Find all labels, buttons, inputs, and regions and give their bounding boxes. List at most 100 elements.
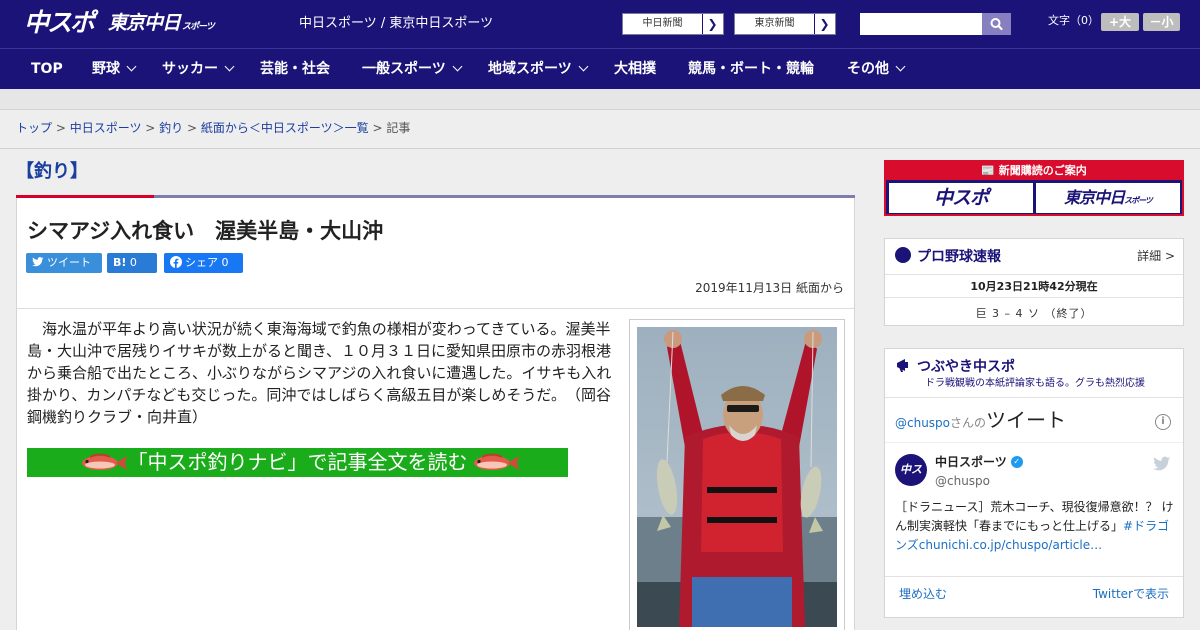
nav-item-entertainment[interactable]: 芸能・社会: [260, 49, 330, 89]
timeline-header: @chuspoさんのツイート: [895, 406, 1066, 437]
timeline-header-title: ツイート: [986, 408, 1067, 432]
nav-item-soccer[interactable]: サッカー: [162, 49, 235, 89]
nav-label: サッカー: [162, 61, 218, 77]
nav-item-sumo[interactable]: 大相撲: [614, 49, 656, 89]
breadcrumb-separator: >: [52, 121, 70, 135]
sea-bream-icon: [81, 453, 127, 470]
twitter-timeline: @chuspoさんのツイート i 中ス 中日スポーツ ✓ @chuspo ［ドラニ…: [885, 397, 1183, 617]
chevron-down-icon: [126, 61, 137, 72]
baseball-title-text: プロ野球速報: [917, 249, 1001, 265]
facebook-share-label: シェア: [185, 256, 218, 269]
baseball-detail-link[interactable]: 詳細 >: [1137, 248, 1175, 264]
search-button[interactable]: [982, 13, 1011, 35]
breadcrumb: トップ > 中日スポーツ > 釣り > 紙面から＜中日スポーツ＞一覧 > 記事: [16, 120, 410, 136]
breadcrumb-paper-list[interactable]: 紙面から＜中日スポーツ＞一覧: [201, 121, 369, 135]
tweet-button[interactable]: ツイート: [26, 253, 102, 273]
tokyo-logo-small: スポーツ: [182, 22, 215, 32]
article-photo-frame[interactable]: [629, 319, 845, 630]
tokyo-shimbun-link[interactable]: 東京新聞 ❯: [734, 13, 836, 35]
search-icon: [990, 18, 1003, 31]
nav-item-other[interactable]: その他: [847, 49, 906, 89]
tweet-account-handle[interactable]: @chuspo: [935, 473, 990, 489]
chevron-right-icon: ❯: [819, 17, 830, 31]
breadcrumb-separator: >: [368, 121, 387, 135]
divider: [0, 148, 1200, 149]
divider: [17, 308, 854, 309]
megaphone-icon: [897, 359, 908, 372]
baseball-title: プロ野球速報: [895, 247, 1001, 266]
article-title: シマアジ入れ食い 渥美半島・大山沖: [27, 219, 384, 243]
ad-title-text: 新聞購読のご案内: [998, 164, 1087, 177]
breadcrumb-fishing[interactable]: 釣り: [159, 121, 183, 135]
ad-logo-b-small: スポーツ: [1124, 196, 1153, 205]
subscription-ad-title: 📰 新聞購読のご案内: [886, 162, 1182, 180]
nav-item-racing[interactable]: 競馬・ボート・競輪: [688, 49, 814, 89]
article-lead: 海水温が平年より高い状況が続く東海海域で釣魚の様相が変わってきている。渥美半島・…: [27, 320, 612, 426]
baseball-scores-card: プロ野球速報 詳細 > 10月23日21時42分現在 巨 3 – 4 ソ （終了…: [884, 238, 1184, 326]
hatena-b-icon: B!: [113, 256, 127, 269]
twitter-widget-card: つぶやき中スポ ドラ戦観戦の本紙評論家も語る。グラも熱烈応援 @chuspoさん…: [884, 348, 1184, 618]
view-on-twitter-link[interactable]: Twitterで表示: [1093, 586, 1169, 602]
chunichi-shimbun-link[interactable]: 中日新聞 ❯: [622, 13, 724, 35]
info-icon[interactable]: i: [1155, 414, 1171, 430]
twitter-bird-icon: [32, 257, 44, 267]
facebook-share-button[interactable]: シェア 0: [164, 253, 243, 273]
search-input[interactable]: [860, 13, 983, 35]
nav-label: 大相撲: [614, 61, 656, 77]
embed-link[interactable]: 埋め込む: [899, 586, 947, 602]
facebook-icon: [170, 256, 182, 268]
main-nav: TOP 野球 サッカー 芸能・社会 一般スポーツ 地域スポーツ 大相撲 競馬・ボ…: [0, 48, 1200, 89]
tweet-account-name[interactable]: 中日スポーツ ✓: [935, 454, 1023, 470]
tokyo-link-label: 東京新聞: [735, 14, 815, 34]
tweet-text: ［ドラニュース］荒木コーチ、現役復帰意欲！？ けん制実演軽快「春までにもっと仕上…: [895, 498, 1175, 555]
site-title[interactable]: 中日スポーツ / 東京中日スポーツ: [299, 15, 493, 33]
chevron-right-icon: ❯: [707, 17, 718, 31]
timeline-handle[interactable]: @chuspo: [895, 416, 950, 430]
baseball-icon: [895, 247, 911, 263]
breadcrumb-separator: >: [183, 121, 201, 135]
twitter-card-title: つぶやき中スポ: [895, 358, 1015, 376]
nav-label: 野球: [92, 61, 120, 77]
account-name-text: 中日スポーツ: [935, 455, 1007, 469]
ad-logo-b-text: 東京中日: [1064, 188, 1125, 207]
breadcrumb-chunichi-sports[interactable]: 中日スポーツ: [70, 121, 142, 135]
chevron-down-icon: [578, 61, 589, 72]
cta-label: 「中スポ釣りナビ」で記事全文を読む: [127, 450, 468, 474]
site-header: 中スポ 東京中日 スポーツ 中日スポーツ / 東京中日スポーツ 中日新聞 ❯ 東京…: [0, 0, 1200, 48]
nav-item-general-sports[interactable]: 一般スポーツ: [362, 49, 463, 89]
twitter-card-subtitle[interactable]: ドラ戦観戦の本紙評論家も語る。グラも熱烈応援: [925, 377, 1145, 391]
timeline-handle-suffix: さんの: [950, 416, 987, 430]
twitter-bird-icon[interactable]: [1153, 456, 1171, 472]
font-size-label: 文字（0）: [1048, 14, 1099, 27]
subscription-ad[interactable]: 📰 新聞購読のご案内 中スポ 東京中日スポーツ: [884, 160, 1184, 216]
hatena-count: 0: [129, 256, 137, 269]
nav-item-baseball[interactable]: 野球: [92, 49, 137, 89]
chevron-down-icon: [895, 61, 906, 72]
twitter-card-title-text: つぶやき中スポ: [917, 359, 1015, 375]
baseball-score[interactable]: 巨 3 – 4 ソ （終了）: [885, 307, 1183, 321]
tokyo-chunichi-logo[interactable]: 東京中日 スポーツ: [108, 11, 215, 39]
tweet-label: ツイート: [47, 256, 91, 269]
chuspo-logo[interactable]: 中スポ: [24, 8, 95, 38]
article-body: シマアジ入れ食い 渥美半島・大山沖 ツイート B! 0 シェア 0 2019年1…: [16, 198, 855, 630]
article-photo: [637, 327, 837, 627]
nav-label: 一般スポーツ: [362, 61, 446, 77]
baseball-card-header: プロ野球速報 詳細 >: [885, 239, 1183, 275]
breadcrumb-top[interactable]: トップ: [16, 121, 52, 135]
hatena-bookmark-button[interactable]: B! 0: [107, 253, 157, 273]
nav-item-top[interactable]: TOP: [31, 49, 63, 89]
nav-label: 地域スポーツ: [488, 61, 572, 77]
read-full-article-banner[interactable]: 「中スポ釣りナビ」で記事全文を読む: [27, 448, 568, 477]
sea-bream-icon: [473, 453, 519, 470]
avatar[interactable]: 中ス: [895, 454, 927, 486]
category-heading: 【釣り】: [16, 161, 88, 182]
font-smaller-button[interactable]: －小: [1143, 13, 1180, 31]
font-bigger-button[interactable]: +大: [1101, 13, 1139, 31]
tokyo-chunichi-subscribe-logo[interactable]: 東京中日スポーツ: [1036, 183, 1180, 213]
chuspo-subscribe-logo[interactable]: 中スポ: [889, 183, 1033, 213]
breadcrumb-current: 記事: [386, 121, 411, 135]
newspaper-icon: 📰: [981, 164, 995, 177]
nav-item-local-sports[interactable]: 地域スポーツ: [488, 49, 589, 89]
divider: [885, 442, 1183, 443]
chunichi-link-label: 中日新聞: [623, 14, 703, 34]
